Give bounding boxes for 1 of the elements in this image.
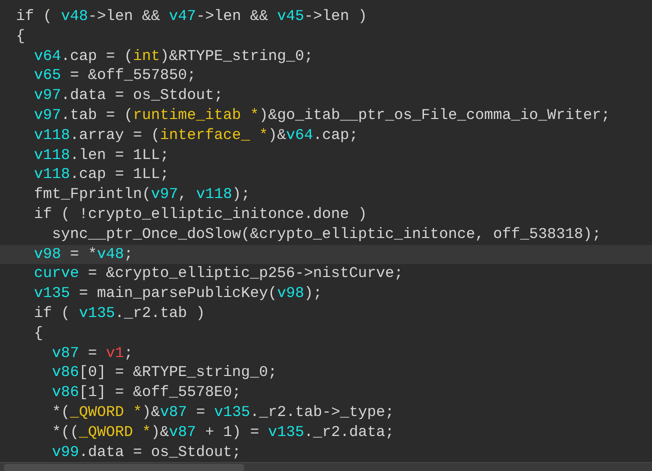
horizontal-scrollbar[interactable] [0, 462, 652, 471]
